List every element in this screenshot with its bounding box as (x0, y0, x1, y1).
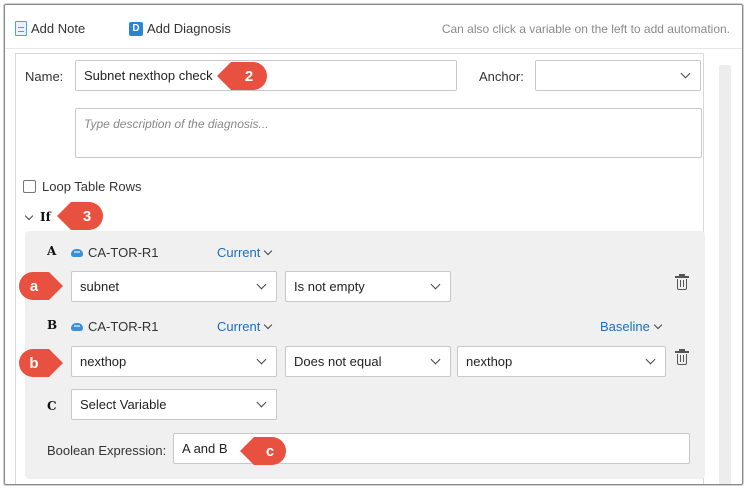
chevron-down-icon (256, 354, 267, 365)
chevron-down-icon (264, 320, 273, 330)
diagnosis-icon: D (129, 21, 143, 36)
callout-a: a (19, 272, 63, 300)
delete-condition-a-trash-icon[interactable] (675, 274, 689, 290)
condition-b-mode-dropdown[interactable]: Current (217, 319, 273, 334)
condition-b-compare-mode-dropdown[interactable]: Baseline (600, 319, 663, 334)
condition-a-letter: A (47, 244, 57, 258)
scrollbar[interactable] (719, 65, 731, 484)
if-label: If (40, 210, 51, 224)
condition-c-variable-select[interactable]: Select Variable (71, 389, 277, 420)
condition-b-operator-select[interactable]: Does not equal (285, 346, 451, 377)
mode-label: Current (217, 245, 261, 260)
add-note-button[interactable]: Add Note (15, 21, 85, 36)
chevron-down-icon (264, 246, 273, 256)
variable-value: subnet (80, 279, 120, 294)
anchor-select[interactable] (535, 60, 701, 91)
toolbar: Add Note D Add Diagnosis Can also click … (5, 5, 742, 49)
loop-table-rows-label: Loop Table Rows (42, 179, 142, 194)
device-name: CA-TOR-R1 (88, 319, 159, 334)
callout-b: b (19, 349, 63, 377)
description-textarea[interactable]: Type description of the diagnosis... (75, 108, 702, 158)
add-note-label: Add Note (31, 21, 86, 36)
condition-b-device: CA-TOR-R1 (71, 319, 159, 334)
chevron-down-icon (645, 354, 656, 365)
device-cloud-icon (71, 322, 83, 331)
condition-a-device: CA-TOR-R1 (71, 245, 159, 260)
add-diagnosis-button[interactable]: D Add Diagnosis (129, 21, 231, 36)
condition-b-compare-variable-select[interactable]: nexthop (457, 346, 666, 377)
operator-value: Is not empty (294, 279, 365, 294)
operator-value: Does not equal (294, 354, 382, 369)
note-icon (15, 21, 27, 36)
delete-condition-b-trash-icon[interactable] (675, 349, 689, 365)
loop-table-rows-checkbox[interactable] (23, 180, 36, 193)
hint-text: Can also click a variable on the left to… (441, 22, 730, 36)
condition-c-letter: C (47, 399, 57, 413)
chevron-down-icon (24, 211, 34, 220)
condition-b-letter: B (47, 318, 58, 332)
mode-label: Current (217, 319, 261, 334)
variable-value: Select Variable (80, 397, 167, 412)
compare-variable-value: nexthop (466, 354, 513, 369)
chevron-down-icon (256, 279, 267, 290)
chevron-down-icon (430, 354, 441, 365)
callout-c: c (240, 437, 286, 465)
condition-a-mode-dropdown[interactable]: Current (217, 245, 273, 260)
name-label: Name: (25, 69, 64, 84)
condition-a-variable-select[interactable]: subnet (71, 271, 277, 302)
condition-a-operator-select[interactable]: Is not empty (285, 271, 451, 302)
condition-b-variable-select[interactable]: nexthop (71, 346, 277, 377)
chevron-down-icon (653, 320, 663, 330)
anchor-label: Anchor: (479, 69, 524, 84)
callout-3: 3 (57, 202, 103, 230)
device-cloud-icon (71, 248, 83, 257)
chevron-down-icon (256, 397, 267, 408)
chevron-down-icon (680, 68, 691, 79)
variable-value: nexthop (80, 354, 127, 369)
add-diagnosis-label: Add Diagnosis (147, 21, 231, 36)
diagnosis-editor: Add Note D Add Diagnosis Can also click … (4, 4, 743, 485)
compare-mode-label: Baseline (600, 319, 650, 334)
device-name: CA-TOR-R1 (88, 245, 159, 260)
if-section-toggle[interactable]: If (24, 210, 51, 224)
boolean-expression-label: Boolean Expression: (47, 443, 167, 458)
chevron-down-icon (430, 279, 441, 290)
callout-2: 2 (217, 62, 267, 90)
